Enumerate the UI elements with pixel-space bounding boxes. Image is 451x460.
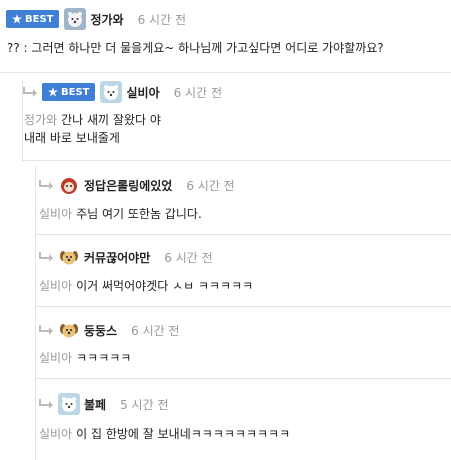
- comment-header: 둥둥스 6 시간 전: [38, 318, 180, 342]
- mention[interactable]: 실비아: [39, 279, 72, 293]
- avatar[interactable]: [58, 393, 80, 415]
- avatar[interactable]: [100, 81, 123, 103]
- author-name[interactable]: 실비아: [126, 84, 159, 101]
- reply-arrow-icon: [23, 87, 37, 97]
- reply-arrow-icon: [39, 252, 53, 262]
- comment-text-line: ㅋㅋㅋㅋㅋ: [76, 351, 132, 365]
- divider: [0, 72, 451, 73]
- mention[interactable]: 정가와: [24, 113, 57, 127]
- timestamp: 6 시간 전: [164, 250, 213, 265]
- thread-line: [35, 166, 36, 460]
- timestamp: 6 시간 전: [173, 85, 222, 100]
- comment-text: 실비아 이 집 한방에 잘 보내네ㅋㅋㅋㅋㅋㅋㅋㅋㅋ: [39, 425, 290, 443]
- mention[interactable]: 실비아: [39, 427, 72, 441]
- dog-avatar-icon: [58, 319, 80, 341]
- dog-avatar-icon: [58, 246, 80, 268]
- best-badge: BEST: [6, 10, 60, 28]
- timestamp: 6 시간 전: [186, 178, 235, 193]
- divider: [35, 234, 451, 235]
- avatar[interactable]: [58, 174, 80, 196]
- comment-text-line: 간나 새끼 잘왔다 야: [61, 113, 161, 127]
- comment-text-line: 내래 바로 보내줄게: [24, 131, 120, 145]
- comment-header: 정답은롤링에있었 6 시간 전: [38, 173, 235, 197]
- author-name[interactable]: 커뮤끊어야만: [84, 249, 150, 266]
- divider: [35, 306, 451, 307]
- comment-header: BEST 정가와 6 시간 전: [6, 7, 186, 31]
- best-label: BEST: [25, 13, 54, 25]
- comment-header: 불페 5 시간 전: [38, 392, 168, 416]
- reply-arrow-icon: [39, 180, 53, 190]
- polar-bear-avatar-icon: [58, 393, 80, 415]
- star-icon: [12, 14, 22, 24]
- timestamp: 5 시간 전: [120, 397, 169, 412]
- comment-header: 커뮤끊어야만 6 시간 전: [38, 245, 213, 269]
- comment-text: 실비아 주님 여기 또한놈 갑니다.: [39, 205, 202, 223]
- mention[interactable]: 실비아: [39, 351, 72, 365]
- author-name[interactable]: 둥둥스: [84, 322, 117, 339]
- comment-text-line: 이 집 한방에 잘 보내네ㅋㅋㅋㅋㅋㅋㅋㅋㅋ: [76, 427, 291, 441]
- comment-text: 실비아 ㅋㅋㅋㅋㅋ: [39, 349, 131, 367]
- comment-text-line: ?? : 그러면 하나만 더 물을게요~ 하나님께 가고싶다면 어디로 가야할까…: [7, 41, 384, 55]
- mention[interactable]: 실비아: [39, 207, 72, 221]
- author-name[interactable]: 정답은롤링에있었: [84, 177, 172, 194]
- avatar[interactable]: [64, 8, 87, 30]
- avatar[interactable]: [58, 246, 80, 268]
- comment-text-line: 이거 써먹어야겟다 ㅅㅂ ㅋㅋㅋㅋㅋ: [76, 279, 254, 293]
- polar-bear-avatar-icon: [100, 81, 123, 103]
- comment-header: BEST 실비아 6 시간 전: [22, 80, 222, 104]
- comment-text: 정가와 간나 새끼 잘왔다 야 내래 바로 보내줄게: [24, 111, 161, 147]
- best-badge: BEST: [42, 83, 96, 101]
- reply-arrow-icon: [39, 325, 53, 335]
- star-icon: [48, 87, 58, 97]
- timestamp: 6 시간 전: [131, 323, 180, 338]
- polar-bear-avatar-icon: [64, 8, 87, 30]
- divider: [22, 160, 451, 161]
- comment-text: ?? : 그러면 하나만 더 물을게요~ 하나님께 가고싶다면 어디로 가야할까…: [7, 39, 384, 57]
- author-name[interactable]: 불페: [84, 396, 106, 413]
- timestamp: 6 시간 전: [137, 12, 186, 27]
- dog-avatar-icon: [58, 174, 80, 196]
- author-name[interactable]: 정가와: [90, 11, 123, 28]
- avatar[interactable]: [58, 319, 80, 341]
- best-label: BEST: [61, 86, 90, 98]
- divider: [35, 378, 451, 379]
- comment-text-line: 주님 여기 또한놈 갑니다.: [76, 207, 202, 221]
- reply-arrow-icon: [39, 399, 53, 409]
- comment-text: 실비아 이거 써먹어야겟다 ㅅㅂ ㅋㅋㅋㅋㅋ: [39, 277, 253, 295]
